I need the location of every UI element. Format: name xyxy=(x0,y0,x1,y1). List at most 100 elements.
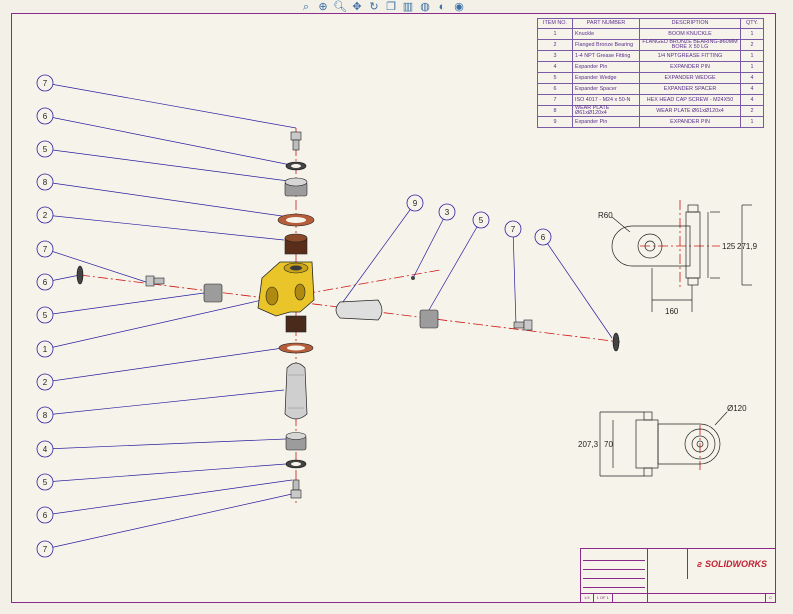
bom-cell-desc: BOOM KNUCKLE xyxy=(639,28,741,40)
balloon-label: 7 xyxy=(43,245,48,254)
balloon-label: 5 xyxy=(43,478,48,487)
balloon-leader xyxy=(44,248,147,283)
balloon-12[interactable]: 4 xyxy=(36,440,54,458)
bom-row: 3 1-4 NPT Grease Fitting 1/4 NPTGREASE FIT… xyxy=(537,50,764,62)
part-spacer-left[interactable] xyxy=(203,283,223,303)
balloon-label: 7 xyxy=(43,79,48,88)
side-view xyxy=(611,204,752,312)
balloon-15[interactable]: 7 xyxy=(36,540,54,558)
part-wear-plate-bottom[interactable] xyxy=(278,342,314,354)
balloon-label: 7 xyxy=(43,545,48,554)
balloon-label: 9 xyxy=(413,199,418,208)
bom-row: 9 Expander Pin EXPANDER PIN 1 xyxy=(537,116,764,128)
balloon-7[interactable]: 6 xyxy=(36,273,54,291)
bom-header: ITEM NO. PART NUMBER DESCRIPTION QTY. xyxy=(537,18,764,29)
balloon-label: 5 xyxy=(479,216,484,225)
bom-cell-desc: 1/4 NPTGREASE FITTING xyxy=(639,50,741,62)
balloon-11[interactable]: 8 xyxy=(36,406,54,424)
bom-cell-part: Expander Wedge xyxy=(572,72,640,84)
front-view xyxy=(599,411,728,477)
balloon-10[interactable]: 2 xyxy=(36,373,54,391)
bom-row: 5 Expander Wedge EXPANDER WEDGE 4 xyxy=(537,72,764,84)
balloon-leader xyxy=(44,463,287,483)
balloon-leader xyxy=(44,214,285,241)
center-lines xyxy=(79,128,720,505)
bom-cell-desc: WEAR PLATE Ø61xØ120x4 xyxy=(639,105,741,117)
balloon-label: 2 xyxy=(43,378,48,387)
bom-cell-desc: EXPANDER PIN xyxy=(639,116,741,128)
bom-cell-qty: 1 xyxy=(740,28,764,40)
balloon-label: 8 xyxy=(43,411,48,420)
balloon-leader xyxy=(44,299,263,350)
bom-cell-part: ISO 4017 - M24 x 50-N xyxy=(572,94,640,106)
part-grease-fitting[interactable] xyxy=(411,276,415,280)
bom-cell-qty: 1 xyxy=(740,61,764,73)
part-spacer-top[interactable] xyxy=(284,177,308,197)
title-block-scale: 1:5 xyxy=(581,594,594,602)
part-washer-top[interactable] xyxy=(285,161,307,171)
balloon-18[interactable]: 5 xyxy=(472,211,490,229)
balloon-leader xyxy=(44,479,293,516)
balloon-4[interactable]: 8 xyxy=(36,173,54,191)
balloon-14[interactable]: 6 xyxy=(36,506,54,524)
balloon-label: 6 xyxy=(43,278,48,287)
balloon-label: 6 xyxy=(43,112,48,121)
balloon-leader xyxy=(44,389,285,416)
balloon-9[interactable]: 1 xyxy=(36,340,54,358)
balloon-13[interactable]: 5 xyxy=(36,473,54,491)
balloon-leader xyxy=(44,438,287,450)
balloon-17[interactable]: 3 xyxy=(438,203,456,221)
bom-cell-item: 7 xyxy=(537,94,573,106)
balloon-5[interactable]: 2 xyxy=(36,206,54,224)
dim-height-inner: 125 xyxy=(722,242,736,251)
balloon-1[interactable]: 7 xyxy=(36,74,54,92)
part-knuckle[interactable] xyxy=(257,261,315,317)
balloon-3[interactable]: 5 xyxy=(36,140,54,158)
bom-cell-item: 3 xyxy=(537,50,573,62)
bom-cell-item: 9 xyxy=(537,116,573,128)
title-block-footer: 1:5 1 OF 1 C xyxy=(581,593,775,602)
part-expander-pin-vertical[interactable] xyxy=(284,362,308,420)
part-screw-bottom[interactable] xyxy=(290,479,302,499)
part-washer-bottom[interactable] xyxy=(285,459,307,469)
dim-height-outer: 271,9 xyxy=(737,242,758,251)
front-view-labels: Ø120 207,3 70 xyxy=(578,404,747,449)
balloon-leader xyxy=(44,493,293,550)
part-screw-top[interactable] xyxy=(290,131,302,151)
bom-row: 6 Expander Spacer EXPANDER SPACER 4 xyxy=(537,83,764,95)
part-screw-right[interactable] xyxy=(513,319,533,331)
balloon-leaders xyxy=(44,82,613,550)
balloon-16[interactable]: 9 xyxy=(406,194,424,212)
balloon-8[interactable]: 5 xyxy=(36,306,54,324)
part-bearing-top[interactable] xyxy=(284,233,308,255)
bom-cell-part: Expander Pin xyxy=(572,116,640,128)
balloon-2[interactable]: 6 xyxy=(36,107,54,125)
balloon-leader xyxy=(339,202,416,307)
bom-cell-item: 4 xyxy=(537,61,573,73)
dim-diameter: Ø120 xyxy=(727,404,747,413)
balloon-6[interactable]: 7 xyxy=(36,240,54,258)
part-washer-right[interactable] xyxy=(612,332,620,352)
dim-front-outer: 207,3 xyxy=(578,440,599,449)
part-expander-pin-horizontal[interactable] xyxy=(335,299,383,321)
balloon-20[interactable]: 6 xyxy=(534,228,552,246)
balloon-19[interactable]: 7 xyxy=(504,220,522,238)
balloon-label: 5 xyxy=(43,311,48,320)
balloon-label: 6 xyxy=(541,233,546,242)
bom-col-qty: QTY. xyxy=(740,18,764,29)
bom-row: 4 Expander Pin EXPANDER PIN 1 xyxy=(537,61,764,73)
solidworks-logo-mark: ƨ xyxy=(696,559,702,569)
balloon-label: 7 xyxy=(511,225,516,234)
bom-row: 8 WEAR PLATE Ø61xØ120x4 WEAR PLATE Ø61xØ12… xyxy=(537,105,764,117)
title-block: ƨ SOLIDWORKS 1:5 1 OF 1 C xyxy=(580,548,776,603)
part-washer-left[interactable] xyxy=(76,265,84,285)
part-spacer-bottom[interactable] xyxy=(285,432,307,451)
part-wear-plate-top[interactable] xyxy=(277,213,315,227)
part-spacer-right[interactable] xyxy=(419,309,439,329)
bom-cell-item: 5 xyxy=(537,72,573,84)
part-bearing-bottom[interactable] xyxy=(285,315,307,333)
balloon-leader xyxy=(44,82,297,129)
bom-cell-qty: 2 xyxy=(740,39,764,51)
balloon-leader xyxy=(44,292,205,316)
bom-cell-desc: EXPANDER WEDGE xyxy=(639,72,741,84)
